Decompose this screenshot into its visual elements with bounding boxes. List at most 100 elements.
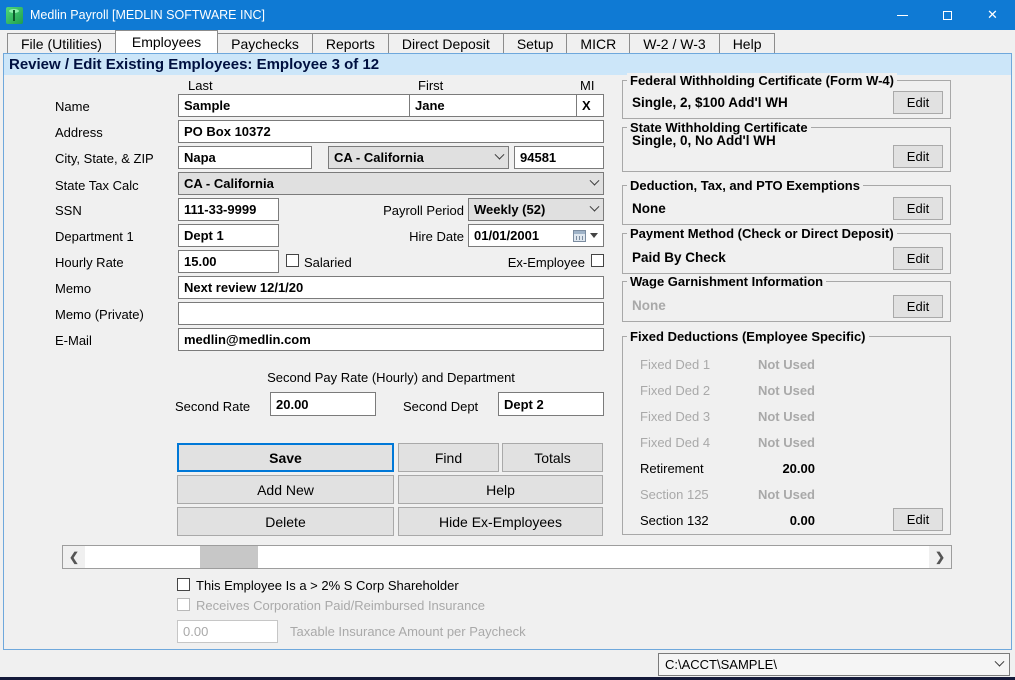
ssn-field[interactable] bbox=[178, 198, 279, 221]
chevron-down-icon bbox=[995, 657, 1005, 667]
chevron-down-icon bbox=[590, 176, 600, 186]
second-pay-title: Second Pay Rate (Hourly) and Department bbox=[178, 370, 604, 385]
middle-initial-field[interactable] bbox=[576, 94, 604, 117]
ex-employee-label: Ex-Employee bbox=[483, 255, 585, 270]
save-button[interactable]: Save bbox=[177, 443, 394, 472]
second-dept-label: Second Dept bbox=[403, 399, 478, 414]
email-field[interactable] bbox=[178, 328, 604, 351]
exemptions-edit-button[interactable]: Edit bbox=[893, 197, 943, 220]
scroll-left-arrow[interactable]: ❮ bbox=[63, 546, 85, 568]
section-132-value: 0.00 bbox=[700, 513, 815, 528]
name-label: Name bbox=[55, 99, 90, 114]
tab-help[interactable]: Help bbox=[719, 33, 776, 53]
memo-private-field[interactable] bbox=[178, 302, 604, 325]
close-button[interactable]: ✕ bbox=[970, 0, 1015, 30]
zip-field[interactable] bbox=[514, 146, 604, 169]
ex-employee-checkbox[interactable] bbox=[591, 254, 604, 267]
tab-file-utilities[interactable]: File (Utilities) bbox=[7, 33, 116, 53]
hire-date-value: 01/01/2001 bbox=[474, 228, 539, 243]
data-folder-dropdown[interactable]: C:\ACCT\SAMPLE\ bbox=[658, 653, 1010, 676]
maximize-icon bbox=[943, 11, 952, 20]
column-label-mi: MI bbox=[580, 78, 594, 93]
second-rate-label: Second Rate bbox=[175, 399, 250, 414]
exemptions-value: None bbox=[632, 201, 666, 216]
state-withholding-edit-button[interactable]: Edit bbox=[893, 145, 943, 168]
fixed-deductions-edit-button[interactable]: Edit bbox=[893, 508, 943, 531]
salaried-label: Salaried bbox=[304, 255, 352, 270]
fixed-ded-2-value: Not Used bbox=[700, 383, 815, 398]
tab-micr[interactable]: MICR bbox=[566, 33, 630, 53]
hourly-rate-label: Hourly Rate bbox=[55, 255, 124, 270]
wage-garnishment-title: Wage Garnishment Information bbox=[627, 274, 826, 289]
window-title: Medlin Payroll [MEDLIN SOFTWARE INC] bbox=[30, 8, 265, 22]
delete-button[interactable]: Delete bbox=[177, 507, 394, 536]
state-tax-calc-label: State Tax Calc bbox=[55, 178, 139, 193]
payroll-period-dropdown[interactable]: Weekly (52) bbox=[468, 198, 604, 221]
column-label-first: First bbox=[418, 78, 443, 93]
state-dropdown[interactable]: CA - California bbox=[328, 146, 509, 169]
state-withholding-value: Single, 0, No Add'l WH bbox=[632, 133, 776, 148]
minimize-button[interactable] bbox=[880, 0, 925, 30]
tab-paychecks[interactable]: Paychecks bbox=[217, 33, 313, 53]
last-name-field[interactable] bbox=[178, 94, 410, 117]
payment-method-value: Paid By Check bbox=[632, 250, 726, 265]
wage-garnishment-edit-button[interactable]: Edit bbox=[893, 295, 943, 318]
window-controls: ✕ bbox=[880, 0, 1015, 30]
data-folder-path: C:\ACCT\SAMPLE\ bbox=[665, 657, 777, 672]
federal-withholding-edit-button[interactable]: Edit bbox=[893, 91, 943, 114]
employee-scrollbar[interactable]: ❮ ❯ bbox=[62, 545, 952, 569]
payroll-period-label: Payroll Period bbox=[360, 203, 464, 218]
taxable-insurance-amount-field[interactable] bbox=[177, 620, 278, 643]
city-field[interactable] bbox=[178, 146, 312, 169]
exemptions-title: Deduction, Tax, and PTO Exemptions bbox=[627, 178, 863, 193]
hire-date-picker[interactable]: 01/01/2001 bbox=[468, 224, 604, 247]
chevron-down-icon bbox=[590, 202, 600, 212]
chevron-down-icon bbox=[495, 150, 505, 160]
address-field[interactable] bbox=[178, 120, 604, 143]
memo-private-label: Memo (Private) bbox=[55, 307, 144, 322]
payroll-period-value: Weekly (52) bbox=[474, 202, 545, 217]
department1-field[interactable] bbox=[178, 224, 279, 247]
maximize-button[interactable] bbox=[925, 0, 970, 30]
federal-withholding-title: Federal Withholding Certificate (Form W-… bbox=[627, 73, 897, 88]
first-name-field[interactable] bbox=[409, 94, 577, 117]
tab-w2-w3[interactable]: W-2 / W-3 bbox=[629, 33, 720, 53]
federal-withholding-value: Single, 2, $100 Add'l WH bbox=[632, 95, 788, 110]
tab-reports[interactable]: Reports bbox=[312, 33, 389, 53]
second-dept-field[interactable] bbox=[498, 392, 604, 416]
find-button[interactable]: Find bbox=[398, 443, 499, 472]
fixed-ded-1-value: Not Used bbox=[700, 357, 815, 372]
corp-insurance-checkbox[interactable] bbox=[177, 598, 190, 611]
salaried-checkbox[interactable] bbox=[286, 254, 299, 267]
corp-insurance-label: Receives Corporation Paid/Reimbursed Ins… bbox=[196, 598, 485, 613]
taxable-insurance-amount-label: Taxable Insurance Amount per Paycheck bbox=[290, 624, 526, 639]
tab-setup[interactable]: Setup bbox=[503, 33, 568, 53]
app-icon bbox=[6, 7, 23, 24]
title-bar: Medlin Payroll [MEDLIN SOFTWARE INC] ✕ bbox=[0, 0, 1015, 30]
payment-method-title: Payment Method (Check or Direct Deposit) bbox=[627, 226, 897, 241]
add-new-button[interactable]: Add New bbox=[177, 475, 394, 504]
app-window: Medlin Payroll [MEDLIN SOFTWARE INC] ✕ F… bbox=[0, 0, 1015, 680]
retirement-label: Retirement bbox=[640, 461, 704, 476]
fixed-deductions-title: Fixed Deductions (Employee Specific) bbox=[627, 329, 869, 344]
tab-direct-deposit[interactable]: Direct Deposit bbox=[388, 33, 504, 53]
fixed-ded-4-value: Not Used bbox=[700, 435, 815, 450]
hide-ex-employees-button[interactable]: Hide Ex-Employees bbox=[398, 507, 603, 536]
hire-date-label: Hire Date bbox=[360, 229, 464, 244]
dropdown-arrow-icon bbox=[590, 233, 598, 238]
totals-button[interactable]: Totals bbox=[502, 443, 603, 472]
calendar-icon[interactable] bbox=[573, 230, 598, 242]
scroll-right-arrow[interactable]: ❯ bbox=[929, 546, 951, 568]
help-button[interactable]: Help bbox=[398, 475, 603, 504]
hourly-rate-field[interactable] bbox=[178, 250, 279, 273]
memo-field[interactable] bbox=[178, 276, 604, 299]
s-corp-shareholder-label: This Employee Is a > 2% S Corp Sharehold… bbox=[196, 578, 459, 593]
state-tax-calc-dropdown[interactable]: CA - California bbox=[178, 172, 604, 195]
second-rate-field[interactable] bbox=[270, 392, 376, 416]
page-title: Review / Edit Existing Employees: Employ… bbox=[4, 54, 1011, 75]
state-tax-calc-value: CA - California bbox=[184, 176, 274, 191]
scrollbar-thumb[interactable] bbox=[200, 546, 258, 568]
payment-method-edit-button[interactable]: Edit bbox=[893, 247, 943, 270]
tab-employees[interactable]: Employees bbox=[115, 30, 218, 53]
s-corp-shareholder-checkbox[interactable] bbox=[177, 578, 190, 591]
